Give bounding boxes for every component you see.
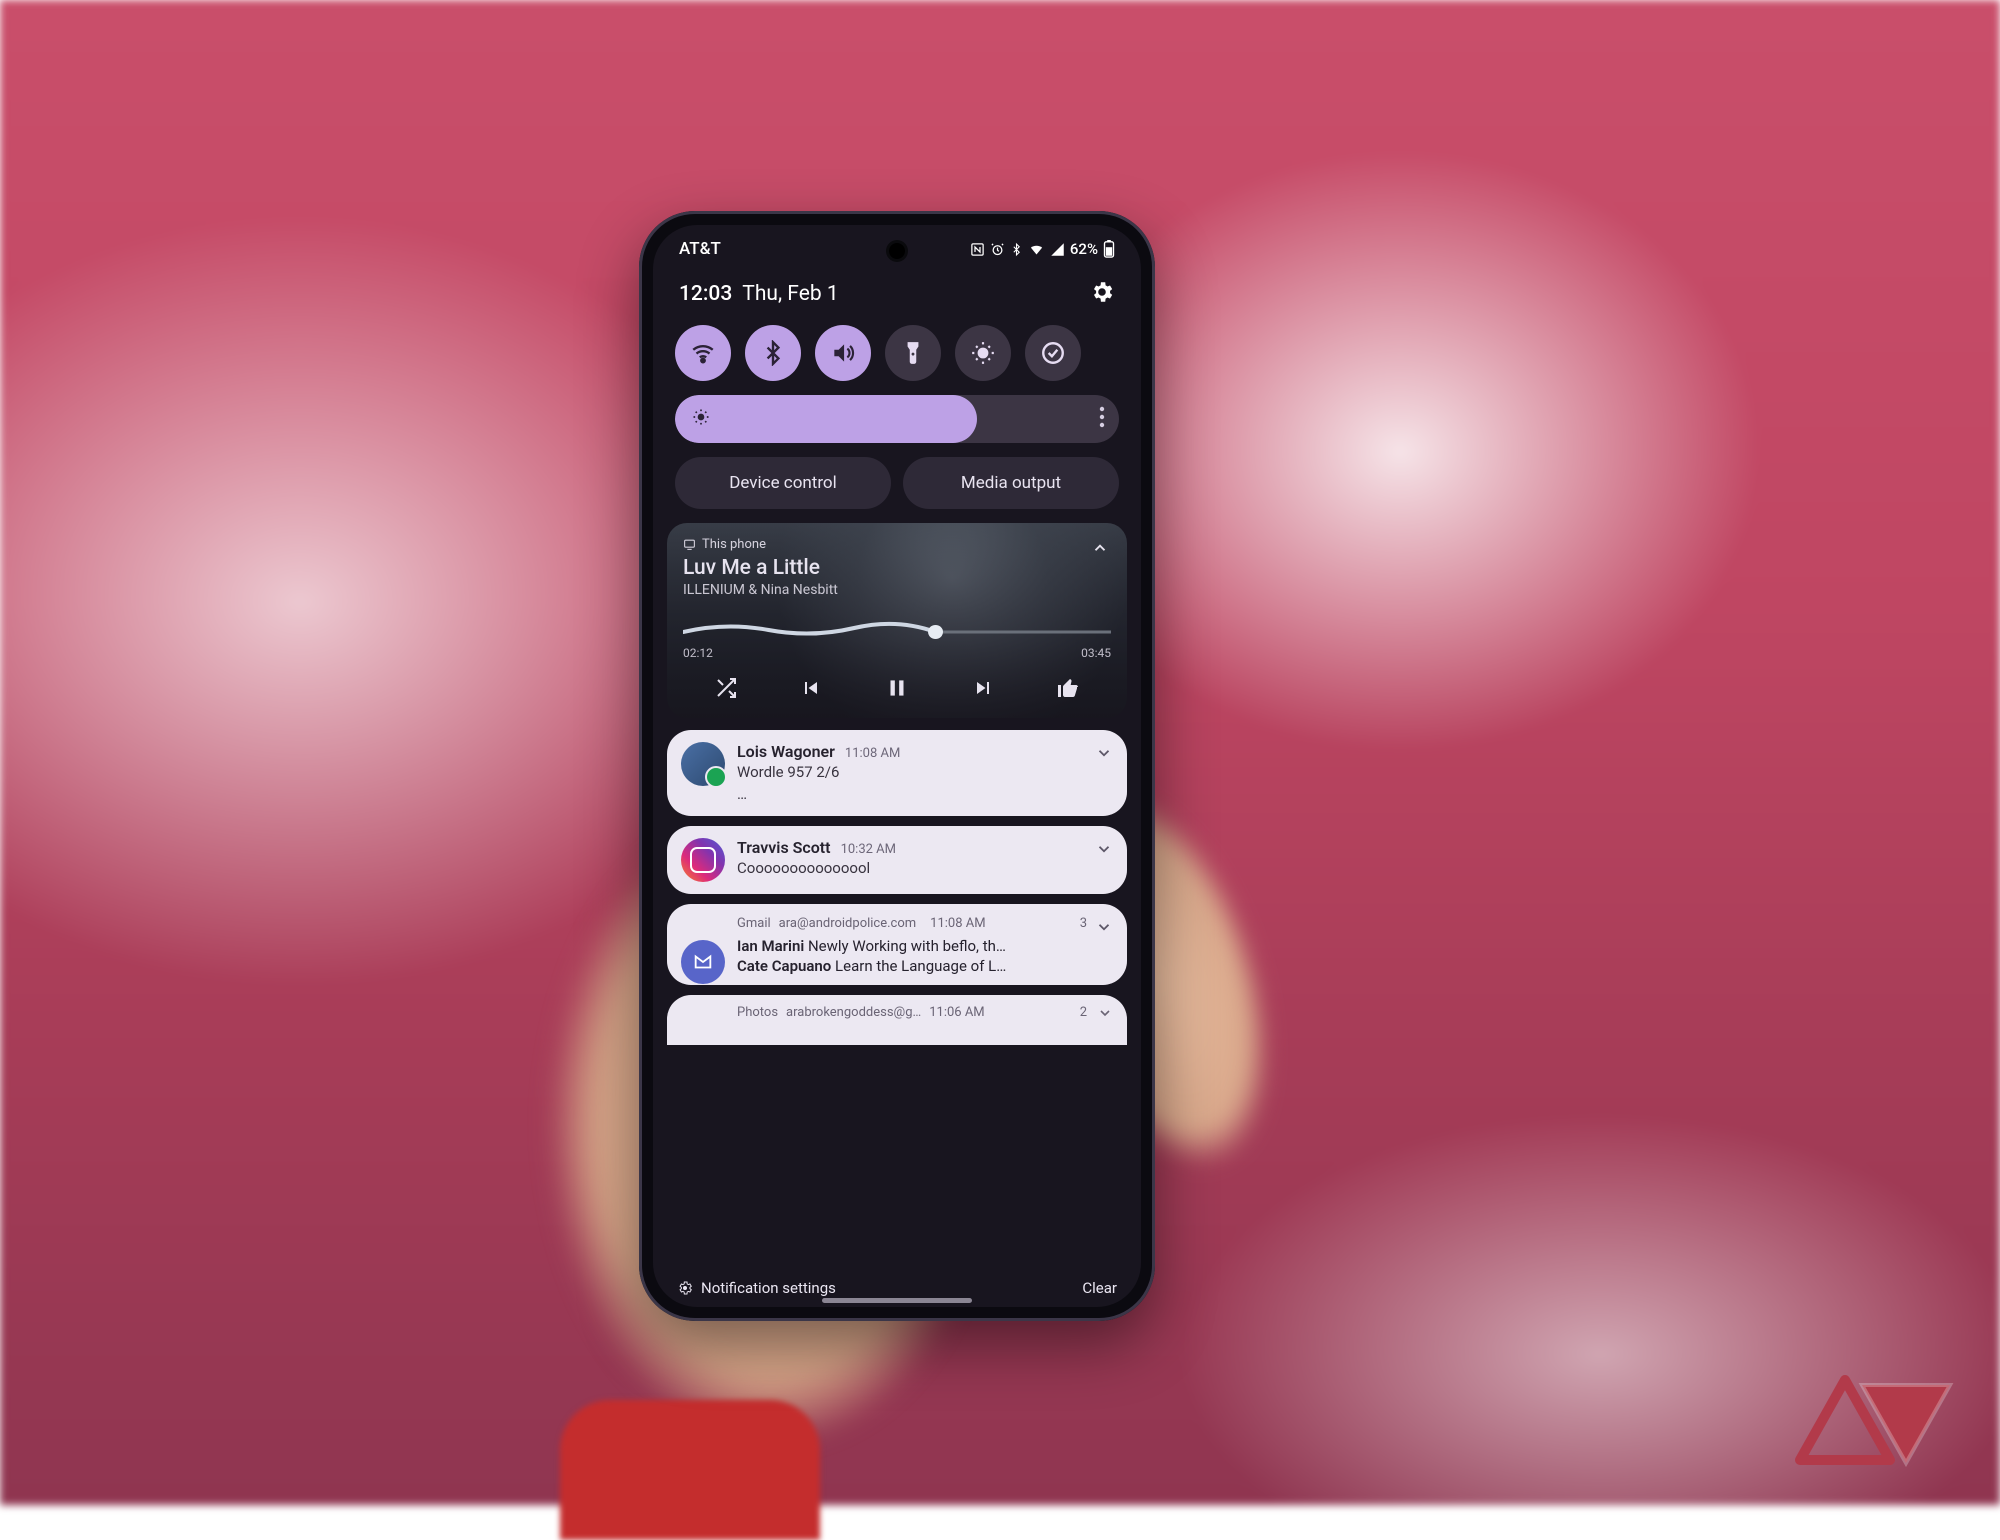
notif-extra: …	[737, 785, 1113, 805]
brightness-icon	[970, 340, 996, 366]
like-button[interactable]	[1050, 670, 1086, 706]
nfc-icon	[970, 242, 985, 257]
notification-settings-button[interactable]: Notification settings	[677, 1279, 836, 1297]
bluetooth-toggle[interactable]	[745, 325, 801, 381]
alarm-icon	[990, 242, 1005, 257]
app-name: Photos	[737, 1005, 778, 1045]
watch-band	[560, 1400, 820, 1540]
bluetooth-icon	[760, 340, 786, 366]
signal-icon	[1050, 242, 1065, 257]
phone-frame: AT&T 62% 12:03 Thu, Feb 1	[639, 211, 1155, 1321]
phone-screen: AT&T 62% 12:03 Thu, Feb 1	[653, 225, 1141, 1307]
media-player-card[interactable]: This phone Luv Me a Little ILLENIUM & Ni…	[667, 523, 1127, 718]
group-line: Cate Capuano Learn the Language of L…	[737, 957, 1113, 975]
instagram-icon	[681, 838, 725, 882]
account-label: arabrokengoddess@g…	[786, 1005, 921, 1045]
chevron-down-icon	[1095, 918, 1113, 936]
sun-icon	[691, 407, 711, 431]
battery-label: 62%	[1070, 240, 1098, 258]
carrier-label: AT&T	[679, 239, 721, 259]
sender-name: Travvis Scott	[737, 838, 831, 857]
clock-date[interactable]: 12:03 Thu, Feb 1	[679, 282, 839, 306]
brightness-more-button[interactable]	[1099, 406, 1105, 432]
punch-hole-camera	[889, 243, 905, 259]
chevron-down-icon	[1095, 840, 1113, 858]
peek-time: 11:06 AM	[929, 1005, 984, 1045]
group-line: Ian Marini Newly Working with beflo, th…	[737, 937, 1113, 955]
battery-icon	[1103, 240, 1115, 258]
qs-header: 12:03 Thu, Feb 1	[653, 259, 1141, 321]
mode-toggle[interactable]	[1025, 325, 1081, 381]
notification-peek[interactable]: Photos arabrokengoddess@g… 11:06 AM 2	[667, 995, 1127, 1045]
previous-button[interactable]	[793, 670, 829, 706]
clock-day: Thu, Feb 1	[742, 282, 838, 306]
skip-next-icon	[971, 676, 995, 700]
gear-small-icon	[677, 1280, 693, 1296]
waveform	[683, 614, 1111, 642]
gmail-icon	[681, 940, 725, 984]
expand-button[interactable]	[1097, 1005, 1113, 1025]
shuffle-icon	[714, 676, 738, 700]
notif-time: 10:32 AM	[841, 842, 896, 857]
media-controls	[683, 670, 1111, 706]
sender-name: Lois Wagoner	[737, 742, 835, 761]
media-progress[interactable]	[683, 614, 1111, 642]
notif-body: Cooooooooooooool	[737, 859, 1113, 879]
settings-button[interactable]	[1089, 279, 1115, 309]
clear-button[interactable]: Clear	[1082, 1279, 1117, 1297]
pause-button[interactable]	[879, 670, 915, 706]
sound-toggle[interactable]	[815, 325, 871, 381]
brightness-fill	[675, 395, 977, 443]
notification-group[interactable]: Gmail ara@androidpolice.com 11:08 AM 3 I…	[667, 904, 1127, 985]
notif-body: Wordle 957 2/6	[737, 763, 1113, 783]
group-count: 3	[1080, 916, 1087, 931]
qs-chips: Device control Media output	[653, 457, 1141, 523]
pause-icon	[884, 675, 910, 701]
media-artist: ILLENIUM & Nina Nesbitt	[683, 582, 1111, 598]
account-label: ara@androidpolice.com	[779, 916, 917, 931]
total-time: 03:45	[1081, 646, 1111, 660]
dark-mode-toggle[interactable]	[955, 325, 1011, 381]
peek-count: 2	[1080, 1005, 1087, 1045]
next-button[interactable]	[965, 670, 1001, 706]
qs-toggles	[653, 321, 1141, 395]
device-control-button[interactable]: Device control	[675, 457, 891, 509]
check-circle-icon	[1040, 340, 1066, 366]
brightness-slider[interactable]	[675, 395, 1119, 443]
group-time: 11:08 AM	[930, 916, 985, 931]
bluetooth-icon	[1010, 242, 1023, 257]
wifi-icon	[1028, 242, 1045, 257]
media-times: 02:12 03:45	[683, 646, 1111, 660]
expand-button[interactable]	[1095, 840, 1113, 862]
sound-icon	[830, 340, 856, 366]
gear-icon	[1089, 279, 1115, 305]
chevron-down-icon	[1095, 744, 1113, 762]
thumbs-up-icon	[1056, 676, 1080, 700]
app-name: Gmail	[737, 916, 771, 931]
media-collapse-button[interactable]	[1091, 539, 1109, 561]
expand-button[interactable]	[1095, 918, 1113, 940]
watermark-logo	[1790, 1365, 1960, 1475]
chevron-down-icon	[1097, 1005, 1113, 1021]
media-output-button[interactable]: Media output	[903, 457, 1119, 509]
shade-footer: Notification settings Clear	[653, 1279, 1141, 1297]
notification-card[interactable]: Lois Wagoner 11:08 AM Wordle 957 2/6 …	[667, 730, 1127, 816]
expand-button[interactable]	[1095, 744, 1113, 766]
skip-previous-icon	[799, 676, 823, 700]
nav-bar-pill[interactable]	[822, 1298, 972, 1303]
flashlight-icon	[900, 340, 926, 366]
clock-time: 12:03	[679, 282, 732, 306]
status-icons: 62%	[970, 240, 1115, 258]
elapsed-time: 02:12	[683, 646, 713, 660]
wifi-toggle[interactable]	[675, 325, 731, 381]
cast-icon	[683, 538, 696, 551]
wifi-icon	[690, 340, 716, 366]
media-source: This phone	[683, 537, 1111, 552]
avatar	[681, 742, 725, 786]
media-title: Luv Me a Little	[683, 556, 1111, 580]
flashlight-toggle[interactable]	[885, 325, 941, 381]
notification-card[interactable]: Travvis Scott 10:32 AM Cooooooooooooool	[667, 826, 1127, 894]
shuffle-button[interactable]	[708, 670, 744, 706]
notif-time: 11:08 AM	[845, 746, 900, 761]
